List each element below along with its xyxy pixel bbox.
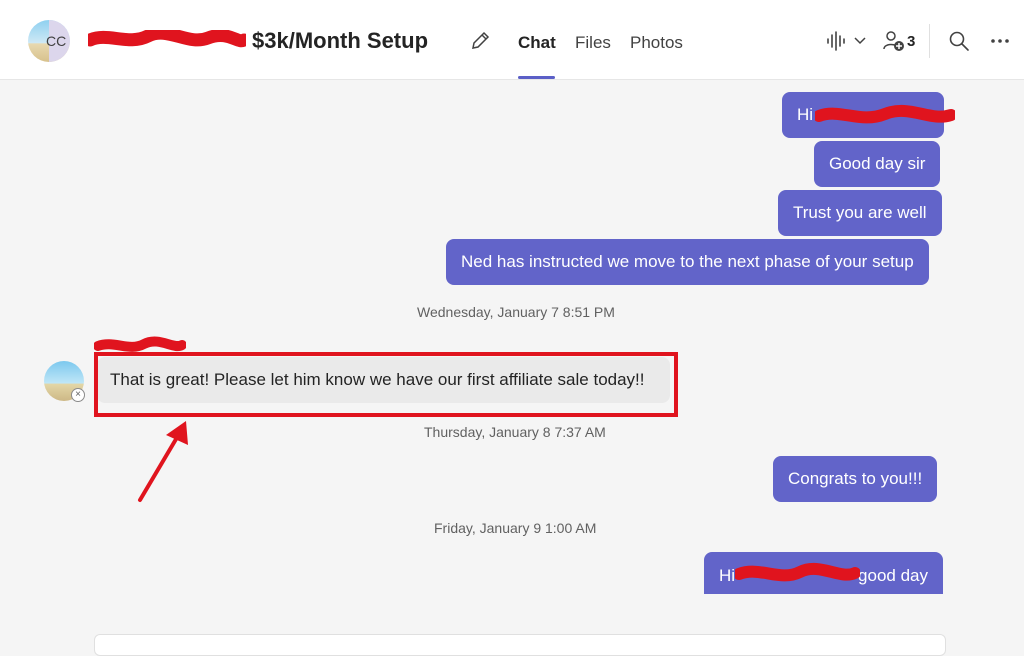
participant-count[interactable]: 3 — [907, 33, 915, 50]
message-bubble-outgoing[interactable]: Ned has instructed we move to the next p… — [446, 239, 929, 285]
message-text: Hi — [797, 105, 814, 124]
status-offline-icon: × — [71, 388, 85, 402]
tab-chat[interactable]: Chat — [518, 33, 556, 53]
chat-title-text: $3k/Month Setup — [252, 28, 429, 53]
message-text: Hi — [719, 566, 736, 585]
avatar-initials: CC — [46, 33, 67, 49]
tab-files[interactable]: Files — [575, 33, 611, 53]
redaction-mark — [88, 30, 246, 48]
message-text: good day — [858, 566, 928, 585]
message-text: Trust you are well — [793, 203, 927, 222]
message-bubble-outgoing[interactable]: Trust you are well — [778, 190, 942, 236]
message-timestamp: Wednesday, January 7 8:51 PM — [417, 304, 615, 320]
message-bubble-outgoing[interactable]: Congrats to you!!! — [773, 456, 938, 502]
message-text: Good day sir — [829, 154, 926, 173]
group-avatar[interactable]: CC — [28, 20, 70, 62]
message-text: Congrats to you!!! — [788, 469, 923, 488]
redaction-mark — [815, 104, 955, 124]
annotation-highlight-box — [94, 352, 678, 417]
call-icon[interactable] — [825, 30, 869, 52]
toolbar-divider — [929, 24, 930, 58]
chat-title: $3k/Month Setup — [252, 28, 428, 54]
message-timestamp: Friday, January 9 1:00 AM — [434, 520, 597, 536]
compose-box[interactable] — [94, 634, 946, 656]
search-icon[interactable] — [948, 30, 970, 52]
message-timestamp: Thursday, January 8 7:37 AM — [424, 424, 606, 440]
chat-header: CC $3k/Month Setup Chat Files Photos 3 — [0, 0, 1024, 80]
people-add-icon[interactable] — [882, 29, 906, 53]
message-bubble-outgoing[interactable]: Good day sir — [814, 141, 941, 187]
edit-icon[interactable] — [469, 30, 491, 52]
chevron-down-icon — [854, 37, 866, 45]
annotation-arrow — [138, 421, 188, 502]
message-text: Ned has instructed we move to the next p… — [461, 252, 914, 271]
tab-photos[interactable]: Photos — [630, 33, 683, 53]
more-icon[interactable] — [989, 30, 1011, 52]
active-tab-indicator — [518, 76, 555, 79]
redaction-mark — [735, 562, 860, 582]
